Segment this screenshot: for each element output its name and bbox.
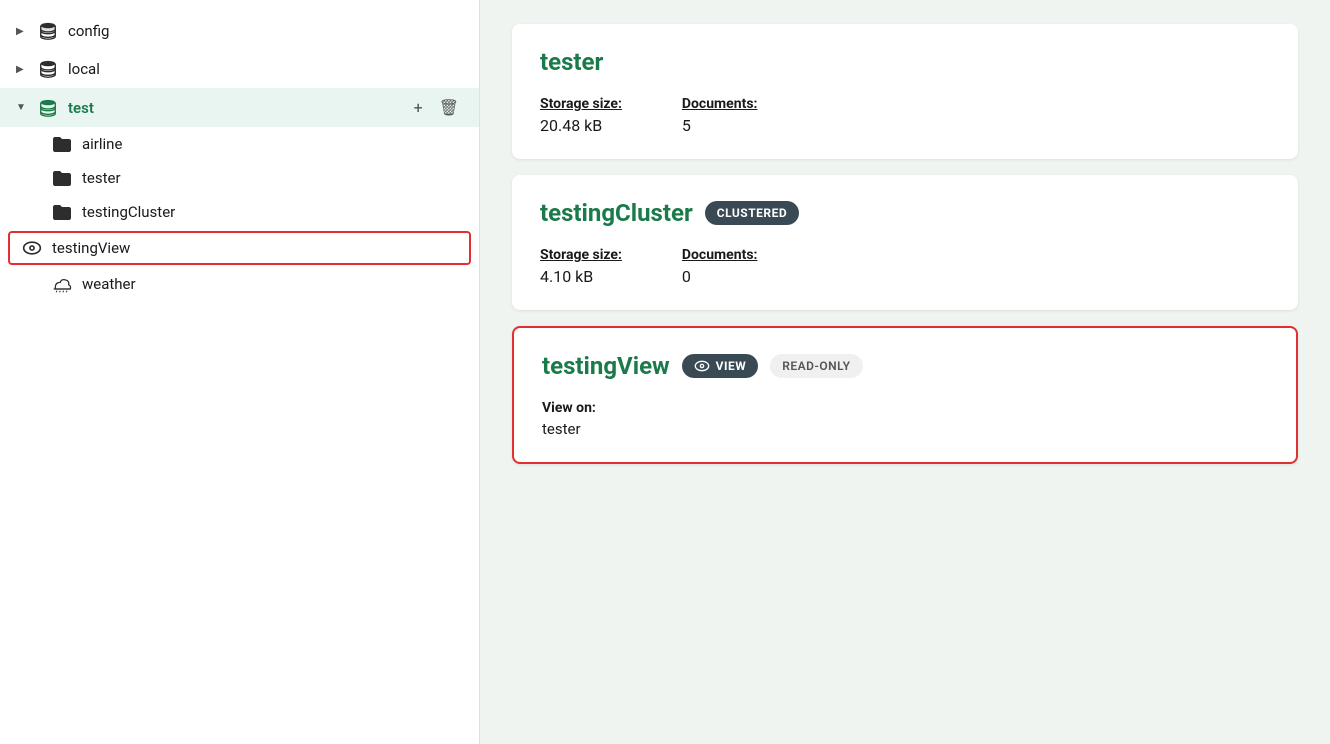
weather-icon [52,275,72,293]
testingCluster-title-text: testingCluster [540,199,693,227]
eye-icon [22,239,42,257]
tester-title-text: tester [540,48,603,76]
sidebar-item-label-testingView: testingView [52,239,457,257]
sidebar-item-weather[interactable]: weather [0,267,479,301]
testingView-card-title: testingView VIEW READ-ONLY [542,352,1268,380]
tester-card: tester Storage size: 20.48 kB Documents:… [512,24,1298,159]
tester-storage-stat: Storage size: 20.48 kB [540,96,622,135]
testingCluster-card-stats: Storage size: 4.10 kB Documents: 0 [540,247,1270,286]
tester-documents-stat: Documents: 5 [682,96,758,135]
sidebar-item-label-config: config [68,22,463,40]
testingCluster-card-title: testingCluster CLUSTERED [540,199,1270,227]
view-badge: VIEW [682,354,759,378]
testingView-title-text: testingView [542,352,670,380]
chevron-right-icon: ▶ [16,26,28,37]
folder-icon [52,135,72,153]
database-icon [38,58,58,80]
sidebar-item-label-test: test [68,99,400,117]
chevron-right-icon: ▶ [16,64,28,75]
test-item-actions: + 🗑 [410,96,463,119]
view-on-label: View on: [542,400,1268,416]
testingCluster-documents-stat: Documents: 0 [682,247,758,286]
testingCluster-storage-label: Storage size: [540,247,622,263]
sidebar-item-testingCluster[interactable]: testingCluster [0,195,479,229]
main-content: tester Storage size: 20.48 kB Documents:… [480,0,1330,744]
sidebar-item-label-weather: weather [82,275,463,293]
tester-storage-value: 20.48 kB [540,116,622,135]
view-badge-text: VIEW [716,359,747,373]
tester-storage-label: Storage size: [540,96,622,112]
database-icon-active [38,97,58,119]
delete-database-button[interactable]: 🗑 [435,96,463,119]
testingCluster-storage-stat: Storage size: 4.10 kB [540,247,622,286]
sidebar-item-label-local: local [68,60,463,78]
clustered-badge: CLUSTERED [705,201,799,225]
sidebar-item-config[interactable]: ▶ config [0,12,479,50]
sidebar-item-airline[interactable]: airline [0,127,479,161]
sidebar-item-label-tester: tester [82,169,463,187]
sidebar-item-label-testingCluster: testingCluster [82,203,463,221]
view-on-value: tester [542,420,1268,438]
readonly-badge: READ-ONLY [770,354,862,378]
tester-card-title: tester [540,48,1270,76]
sidebar-item-testingView[interactable]: testingView [8,231,471,265]
tester-card-stats: Storage size: 20.48 kB Documents: 5 [540,96,1270,135]
testingCluster-documents-label: Documents: [682,247,758,263]
sidebar-item-local[interactable]: ▶ local [0,50,479,88]
testingCluster-card: testingCluster CLUSTERED Storage size: 4… [512,175,1298,310]
add-collection-button[interactable]: + [410,96,427,119]
folder-icon [52,169,72,187]
database-icon [38,20,58,42]
sidebar: ▶ config ▶ local [0,0,480,744]
tester-documents-label: Documents: [682,96,758,112]
sidebar-item-test[interactable]: ▼ test + 🗑 [0,88,479,127]
testingCluster-documents-value: 0 [682,267,758,286]
chevron-down-icon: ▼ [16,102,28,113]
testingView-view-on-field: View on: tester [542,400,1268,438]
sidebar-item-tester[interactable]: tester [0,161,479,195]
sidebar-item-label-airline: airline [82,135,463,153]
folder-icon [52,203,72,221]
testingView-card: testingView VIEW READ-ONLY View on: test… [512,326,1298,464]
tester-documents-value: 5 [682,116,758,135]
testingCluster-storage-value: 4.10 kB [540,267,622,286]
